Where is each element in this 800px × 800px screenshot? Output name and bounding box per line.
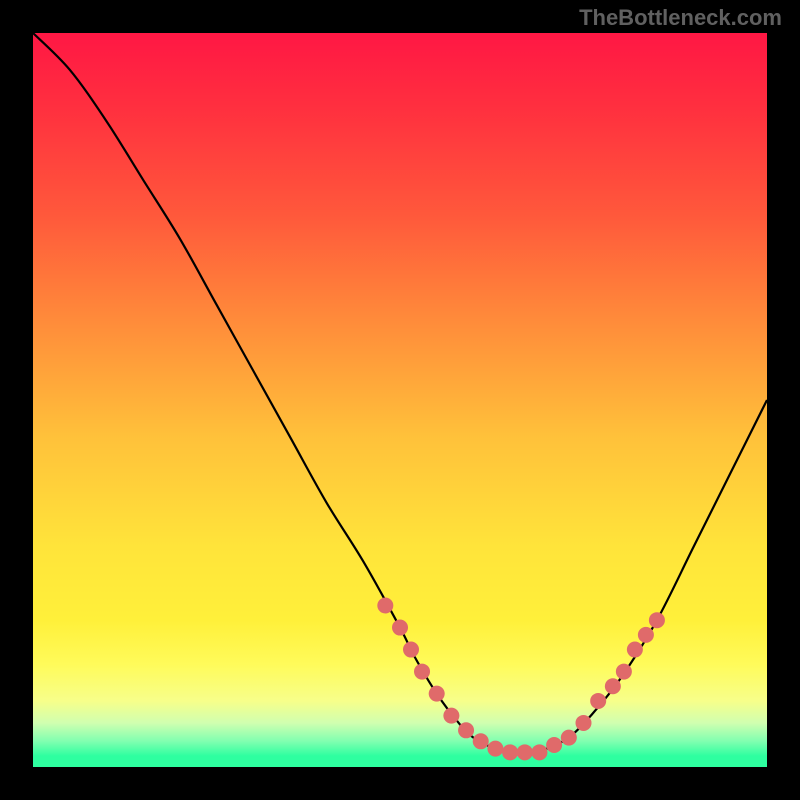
highlight-dot [377,598,393,614]
highlight-dot [502,744,518,760]
highlight-dot [403,642,419,658]
highlight-dot [414,664,430,680]
highlight-dot [392,620,408,636]
highlight-dot [487,741,503,757]
highlight-dot [473,733,489,749]
highlight-dot [638,627,654,643]
highlight-dot [443,708,459,724]
highlight-dot [605,678,621,694]
highlight-dot [576,715,592,731]
highlight-dot [590,693,606,709]
chart-container: TheBottleneck.com [0,0,800,800]
watermark-text: TheBottleneck.com [579,5,782,31]
highlight-dot [561,730,577,746]
highlight-dot [517,744,533,760]
highlight-dot [429,686,445,702]
highlight-dot [546,737,562,753]
highlight-dots [377,598,665,761]
curve-layer [33,33,767,767]
plot-area [33,33,767,767]
highlight-dot [627,642,643,658]
highlight-dot [458,722,474,738]
bottleneck-curve [33,33,767,753]
highlight-dot [616,664,632,680]
highlight-dot [531,744,547,760]
highlight-dot [649,612,665,628]
